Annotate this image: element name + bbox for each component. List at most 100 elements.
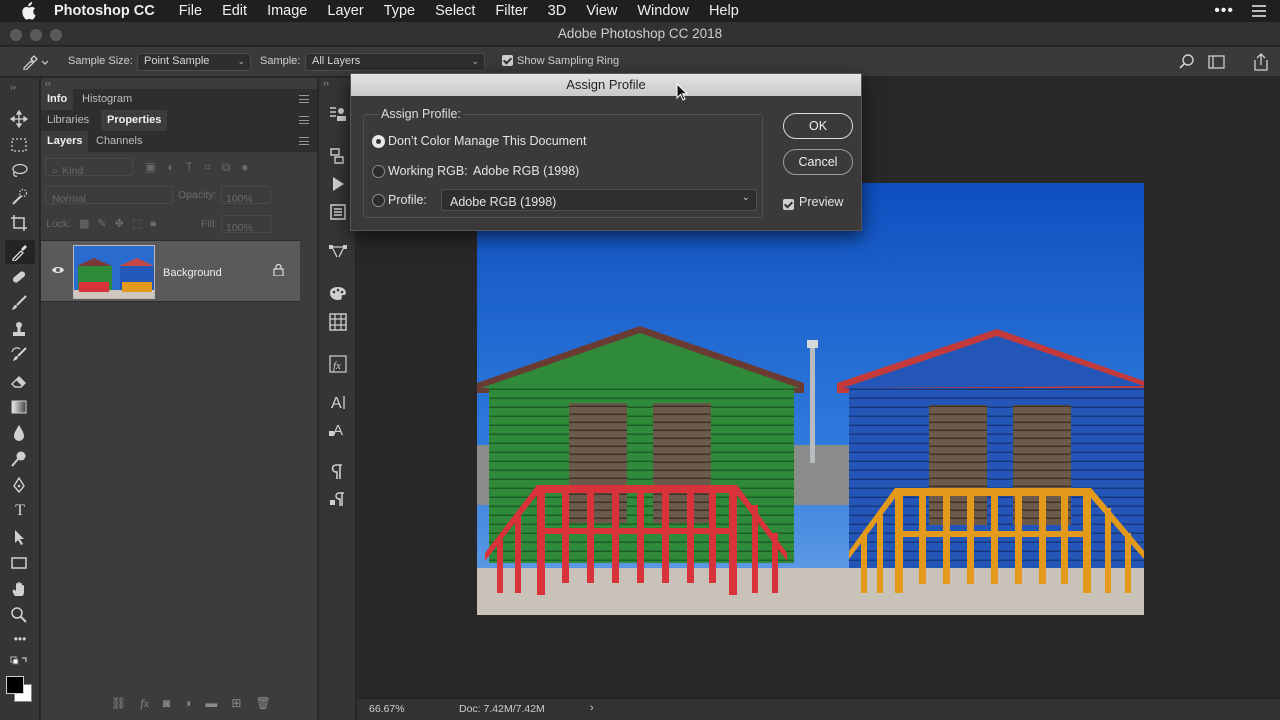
menu-help[interactable]: Help: [709, 3, 739, 19]
collapse-panels-icon[interactable]: ‹‹: [45, 78, 51, 88]
history-icon[interactable]: [328, 146, 348, 166]
new-group-icon[interactable]: ▬: [205, 696, 217, 711]
show-sampling-ring-checkbox[interactable]: [502, 55, 513, 68]
marquee-tool-icon[interactable]: [10, 136, 30, 156]
delete-layer-icon[interactable]: 🗑︎: [255, 696, 270, 711]
menu-edit[interactable]: Edit: [222, 3, 247, 19]
clone-stamp-tool-icon[interactable]: [10, 320, 30, 340]
layer-filter-select[interactable]: ⌕ Kind: [45, 158, 133, 177]
hamburger-menu-icon[interactable]: [1252, 5, 1266, 17]
lock-position-icon[interactable]: ✥: [115, 217, 124, 230]
brush-tool-icon[interactable]: [10, 294, 30, 314]
swap-colors-icon[interactable]: [10, 656, 30, 676]
lock-artboard-icon[interactable]: ⬚: [132, 217, 142, 230]
preview-label[interactable]: Preview: [799, 195, 843, 209]
menu-file[interactable]: File: [179, 3, 202, 19]
zoom-tool-icon[interactable]: [10, 606, 30, 626]
new-layer-icon[interactable]: ⊞: [231, 696, 241, 711]
smart-object-filter-icon[interactable]: ⧉: [222, 160, 231, 175]
tab-layers[interactable]: Layers: [41, 131, 89, 152]
grid-icon[interactable]: [328, 312, 348, 332]
fill-input[interactable]: 100%: [221, 215, 271, 234]
foreground-color-swatch[interactable]: [6, 676, 24, 694]
sample-size-select[interactable]: Point Sample ⌄: [137, 53, 251, 71]
tab-info[interactable]: Info: [41, 89, 74, 110]
menu-image[interactable]: Image: [267, 3, 307, 19]
radio-profile[interactable]: [372, 194, 385, 207]
move-tool-icon[interactable]: [10, 110, 30, 130]
menu-3d[interactable]: 3D: [548, 3, 567, 19]
layer-name[interactable]: Background: [163, 267, 222, 279]
eye-icon[interactable]: [51, 265, 65, 275]
filter-toggle-icon[interactable]: ●: [241, 160, 248, 175]
sample-select[interactable]: All Layers ⌄: [305, 53, 485, 71]
menu-window[interactable]: Window: [637, 3, 689, 19]
lock-all-icon[interactable]: 🔒︎: [150, 217, 156, 230]
history-brush-tool-icon[interactable]: [10, 346, 30, 366]
radio-working-rgb[interactable]: [372, 165, 385, 178]
option-dont-color-manage-label[interactable]: Don’t Color Manage This Document: [388, 134, 586, 148]
menu-filter[interactable]: Filter: [495, 3, 527, 19]
panel-menu-icon[interactable]: [299, 95, 309, 103]
paths-icon[interactable]: [328, 242, 348, 262]
character-icon[interactable]: A: [328, 392, 348, 412]
eyedropper-tool-preset-icon[interactable]: [22, 54, 48, 70]
search-icon[interactable]: [1178, 53, 1196, 71]
adjustment-filter-icon[interactable]: ◐: [167, 160, 174, 175]
eraser-tool-icon[interactable]: [10, 372, 30, 392]
gradient-tool-icon[interactable]: [10, 398, 30, 418]
quick-selection-tool-icon[interactable]: [10, 188, 30, 208]
panel-menu-icon[interactable]: [299, 116, 309, 124]
tab-histogram[interactable]: Histogram: [76, 89, 138, 110]
link-layers-icon[interactable]: ⛓︎: [111, 696, 126, 711]
edit-toolbar-icon[interactable]: •••: [10, 632, 30, 652]
pixel-filter-icon[interactable]: ▣: [145, 160, 156, 175]
type-tool-icon[interactable]: T: [10, 502, 30, 522]
option-profile-label[interactable]: Profile:: [388, 193, 427, 207]
foreground-background-colors[interactable]: [4, 674, 34, 704]
tab-libraries[interactable]: Libraries: [41, 110, 95, 131]
workspace-icon[interactable]: [1207, 53, 1227, 71]
menu-select[interactable]: Select: [435, 3, 475, 19]
type-filter-icon[interactable]: T: [186, 160, 193, 175]
menu-view[interactable]: View: [586, 3, 617, 19]
shape-filter-icon[interactable]: ⌗: [204, 160, 211, 175]
zoom-level[interactable]: 66.67%: [369, 703, 405, 715]
ok-button[interactable]: OK: [783, 113, 853, 139]
hand-tool-icon[interactable]: [10, 580, 30, 600]
swatches-icon[interactable]: [328, 284, 348, 304]
adjustment-layer-icon[interactable]: ◑: [184, 696, 191, 711]
profile-select[interactable]: Adobe RGB (1998) ⌄: [441, 189, 757, 211]
radio-dont-color-manage[interactable]: [372, 135, 385, 148]
lock-image-icon[interactable]: ✎: [97, 217, 106, 230]
glyphs-icon[interactable]: A: [328, 420, 348, 440]
add-mask-icon[interactable]: ◙: [163, 696, 170, 711]
opacity-input[interactable]: 100%: [221, 186, 271, 205]
dodge-tool-icon[interactable]: [10, 450, 30, 470]
eyedropper-tool-icon[interactable]: [5, 240, 35, 264]
menu-type[interactable]: Type: [384, 3, 415, 19]
tab-properties[interactable]: Properties: [101, 110, 168, 131]
collapse-tools-icon[interactable]: ››: [10, 82, 30, 92]
tab-channels[interactable]: Channels: [90, 131, 148, 152]
blend-mode-select[interactable]: Normal: [45, 186, 173, 205]
paragraph-icon[interactable]: [328, 462, 348, 482]
share-icon[interactable]: [1252, 52, 1270, 72]
lock-transparent-icon[interactable]: ▦: [79, 217, 89, 230]
styles-fx-icon[interactable]: fx: [328, 354, 348, 374]
option-working-rgb-label[interactable]: Working RGB:: [388, 164, 468, 178]
rectangle-tool-icon[interactable]: [10, 554, 30, 574]
lasso-tool-icon[interactable]: [10, 162, 30, 182]
pen-tool-icon[interactable]: [10, 476, 30, 496]
expand-panels-icon[interactable]: ››: [323, 78, 329, 88]
paragraph-styles-icon[interactable]: [328, 490, 348, 510]
canvas-image[interactable]: [477, 183, 1144, 615]
layer-row[interactable]: Background: [41, 240, 300, 302]
cancel-button[interactable]: Cancel: [783, 149, 853, 175]
fx-icon[interactable]: fx: [140, 696, 149, 711]
crop-tool-icon[interactable]: [10, 214, 30, 234]
character-styles-icon[interactable]: [328, 104, 348, 124]
blur-tool-icon[interactable]: [10, 424, 30, 444]
apple-icon[interactable]: [20, 2, 38, 20]
path-selection-tool-icon[interactable]: [10, 528, 30, 548]
